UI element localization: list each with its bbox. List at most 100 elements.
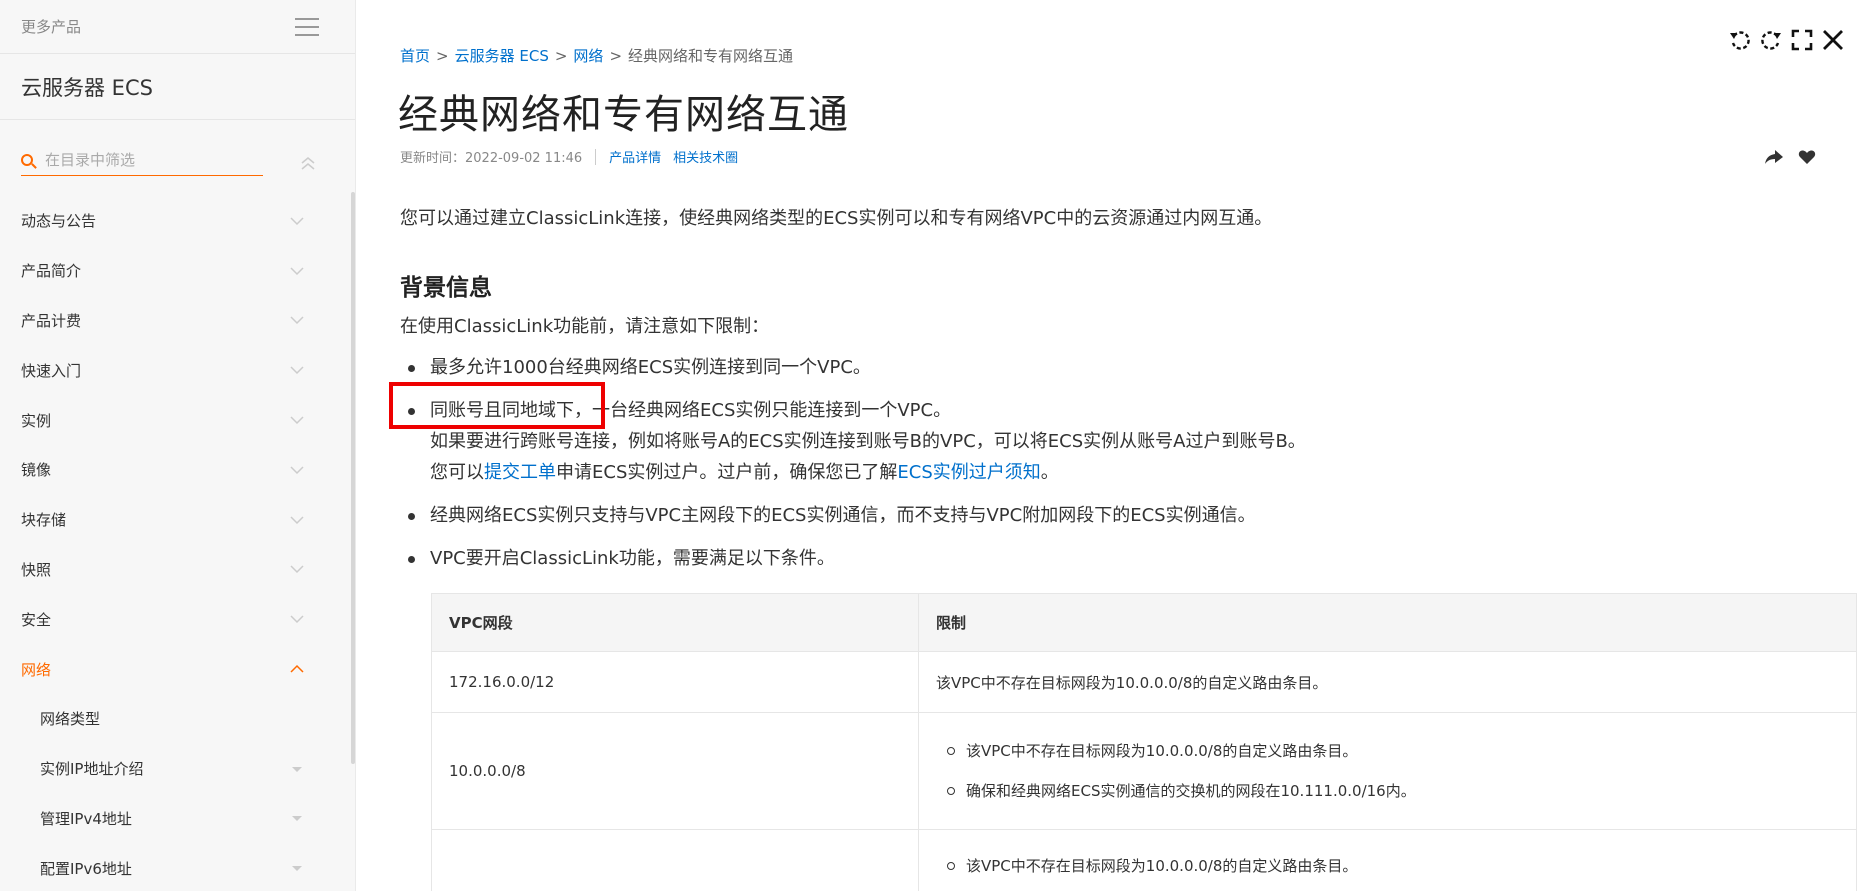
sidebar-subitem-network-types[interactable]: 网络类型	[0, 694, 340, 744]
sidebar-item-label: 实例	[21, 411, 52, 430]
tech-circle-link[interactable]: 相关技术圈	[673, 147, 738, 166]
list-item: VPC要开启ClassicLink功能，需要满足以下条件。	[400, 543, 1820, 574]
sidebar-item-block-storage[interactable]: 块存储	[0, 495, 340, 545]
table-cell	[431, 829, 919, 891]
list-item: 该VPC中不存在目标网段为10.0.0.0/8的自定义路由条目。	[936, 856, 1856, 876]
sidebar-scrollbar[interactable]	[351, 192, 355, 764]
sidebar-item-label: 镜像	[21, 461, 52, 480]
bullet-text: 最多允许1000台经典网络ECS实例连接到同一个VPC。	[430, 357, 871, 378]
breadcrumb: 首页 > 云服务器 ECS > 网络 > 经典网络和专有网络互通	[400, 45, 793, 66]
meta-divider	[595, 148, 597, 165]
table-header-row: VPC网段 限制	[431, 593, 1857, 652]
product-detail-link[interactable]: 产品详情	[609, 147, 661, 166]
table-row: 172.16.0.0/12 该VPC中不存在目标网段为10.0.0.0/8的自定…	[431, 651, 1857, 713]
restriction-intro: 在使用ClassicLink功能前，请注意如下限制：	[400, 316, 770, 337]
sidebar-item-label: 配置IPv6地址	[40, 859, 132, 878]
sidebar-item-label: 管理IPv4地址	[40, 809, 132, 828]
bullet-text: 申请ECS实例过户。过户前，确保您已了解	[556, 462, 898, 483]
updated-time: 更新时间：2022-09-02 11:46	[400, 151, 583, 166]
chevron-down-icon	[290, 516, 304, 524]
list-item: 同账号且同地域下，一台经典网络ECS实例只能连接到一个VPC。 如果要进行跨账号…	[400, 395, 1820, 488]
chevron-up-icon	[290, 665, 304, 673]
caret-down-icon	[292, 866, 302, 872]
sidebar-item-label: 产品计费	[21, 311, 82, 330]
table-row: 该VPC中不存在目标网段为10.0.0.0/8的自定义路由条目。	[431, 829, 1857, 891]
table-cell: 该VPC中不存在目标网段为10.0.0.0/8的自定义路由条目。 确保和经典网络…	[918, 712, 1857, 830]
article-meta: 更新时间：2022-09-02 11:46 产品详情 相关技术圈	[400, 147, 750, 166]
sidebar-item-label: 快照	[21, 560, 52, 579]
main-content: 首页 > 云服务器 ECS > 网络 > 经典网络和专有网络互通 经典网络和专有网络互通 更…	[357, 0, 1857, 891]
rotate-left-icon[interactable]	[1727, 27, 1753, 53]
search-box	[21, 144, 263, 176]
vpc-conditions-table: VPC网段 限制 172.16.0.0/12 该VPC中不存在目标网段为10.0…	[431, 593, 1857, 891]
share-icon[interactable]	[1764, 148, 1784, 166]
chevron-down-icon	[290, 565, 304, 574]
sidebar-item-instance[interactable]: 实例	[0, 395, 340, 445]
sidebar-item-news[interactable]: 动态与公告	[0, 196, 340, 246]
bullet-text: 如果要进行跨账号连接，例如将账号A的ECS实例连接到账号B的VPC，可以将ECS…	[430, 431, 1306, 452]
favorite-icon[interactable]	[1798, 148, 1818, 166]
breadcrumb-current: 经典网络和专有网络互通	[628, 47, 794, 65]
article-intro: 您可以通过建立ClassicLink连接，使经典网络类型的ECS实例可以和专有网…	[400, 208, 1273, 229]
sidebar-item-security[interactable]: 安全	[0, 594, 340, 644]
viewer-toolbar	[1716, 14, 1857, 66]
sidebar-header: 更多产品	[0, 0, 355, 54]
sidebar-item-label: 安全	[21, 610, 52, 629]
sidebar-item-quickstart[interactable]: 快速入门	[0, 345, 340, 395]
bullet-text: 同账号且同地域下，一台经典网络ECS实例只能连接到一个VPC。	[430, 400, 952, 421]
table-header: 限制	[918, 593, 1857, 652]
breadcrumb-separator: >	[436, 47, 449, 65]
cell-list: 该VPC中不存在目标网段为10.0.0.0/8的自定义路由条目。	[936, 856, 1856, 876]
chevron-down-icon	[290, 366, 304, 375]
more-products-label[interactable]: 更多产品	[21, 16, 81, 37]
collapse-all-icon[interactable]	[300, 156, 315, 170]
menu-icon[interactable]	[295, 17, 319, 36]
chevron-down-icon	[290, 466, 304, 474]
table-row: 10.0.0.0/8 该VPC中不存在目标网段为10.0.0.0/8的自定义路由…	[431, 712, 1857, 830]
bullet-text: 您可以	[430, 462, 484, 483]
breadcrumb-section[interactable]: 网络	[573, 47, 603, 65]
bullet-dot	[408, 365, 415, 372]
fullscreen-icon[interactable]	[1789, 27, 1815, 53]
transfer-notice-link[interactable]: ECS实例过户须知	[897, 462, 1040, 483]
bullet-dot	[408, 556, 415, 563]
chevron-down-icon	[290, 615, 304, 624]
sidebar-item-billing[interactable]: 产品计费	[0, 296, 340, 346]
sidebar-item-label: 产品简介	[21, 262, 82, 281]
sidebar-item-image[interactable]: 镜像	[0, 445, 340, 495]
sidebar-item-intro[interactable]: 产品简介	[0, 246, 340, 296]
chevron-down-icon	[290, 217, 304, 225]
product-title[interactable]: 云服务器 ECS	[0, 54, 355, 120]
close-icon[interactable]	[1820, 27, 1846, 53]
bullet-text-with-links: 您可以提交工单申请ECS实例过户。过户前，确保您已了解ECS实例过户须知。	[430, 457, 1820, 488]
sidebar-item-snapshot[interactable]: 快照	[0, 545, 340, 595]
sidebar-search	[0, 120, 355, 202]
caret-down-icon	[292, 816, 302, 822]
chevron-down-icon	[290, 416, 304, 425]
list-item: 最多允许1000台经典网络ECS实例连接到同一个VPC。	[400, 352, 1820, 383]
bullet-text: 经典网络ECS实例只支持与VPC主网段下的ECS实例通信，而不支持与VPC附加网…	[430, 505, 1256, 526]
search-input[interactable]	[45, 150, 245, 169]
list-item: 该VPC中不存在目标网段为10.0.0.0/8的自定义路由条目。	[936, 741, 1856, 761]
sidebar-item-label: 快速入门	[21, 361, 82, 380]
sidebar-subitem-ipv4[interactable]: 管理IPv4地址	[0, 794, 340, 844]
breadcrumb-separator: >	[554, 47, 568, 65]
sidebar-nav: 动态与公告 产品简介 产品计费 快速入门 实例 镜像 块存储 快照 安全 网络 …	[0, 196, 340, 891]
highlight-annotation-box	[389, 382, 605, 429]
caret-down-icon	[292, 766, 302, 772]
rotate-right-icon[interactable]	[1758, 27, 1784, 53]
sidebar-subitem-ip-intro[interactable]: 实例IP地址介绍	[0, 744, 340, 794]
breadcrumb-product[interactable]: 云服务器 ECS	[455, 47, 549, 65]
bullet-text: VPC要开启ClassicLink功能，需要满足以下条件。	[430, 548, 835, 569]
sidebar-item-label: 网络类型	[40, 710, 101, 729]
submit-ticket-link[interactable]: 提交工单	[484, 462, 556, 483]
sidebar-item-label: 实例IP地址介绍	[40, 760, 144, 779]
sidebar-item-label: 网络	[21, 660, 52, 679]
sidebar-subitem-ipv6[interactable]: 配置IPv6地址	[0, 843, 340, 891]
sidebar-item-network[interactable]: 网络	[0, 644, 340, 694]
cell-list: 该VPC中不存在目标网段为10.0.0.0/8的自定义路由条目。 确保和经典网络…	[936, 741, 1856, 801]
restriction-list: 最多允许1000台经典网络ECS实例连接到同一个VPC。 同账号且同地域下，一台…	[400, 352, 1820, 586]
bullet-text: 。	[1040, 462, 1059, 483]
breadcrumb-home[interactable]: 首页	[400, 47, 430, 65]
chevron-down-icon	[290, 267, 304, 275]
